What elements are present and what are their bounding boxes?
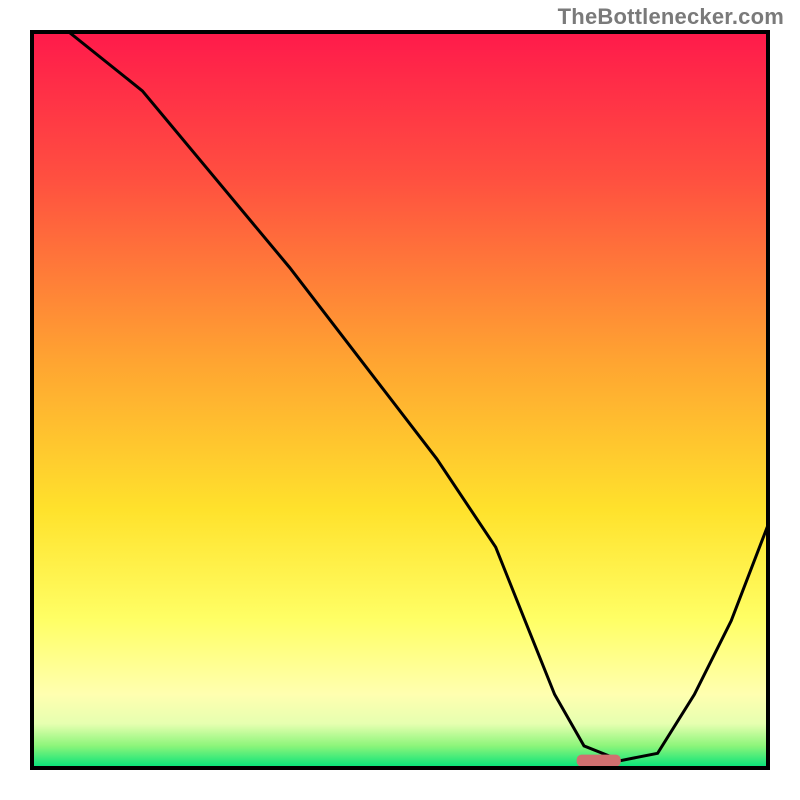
plot-background — [32, 32, 768, 768]
chart-container: TheBottlenecker.com — [0, 0, 800, 800]
bottleneck-chart — [0, 0, 800, 800]
min-marker — [577, 755, 621, 767]
